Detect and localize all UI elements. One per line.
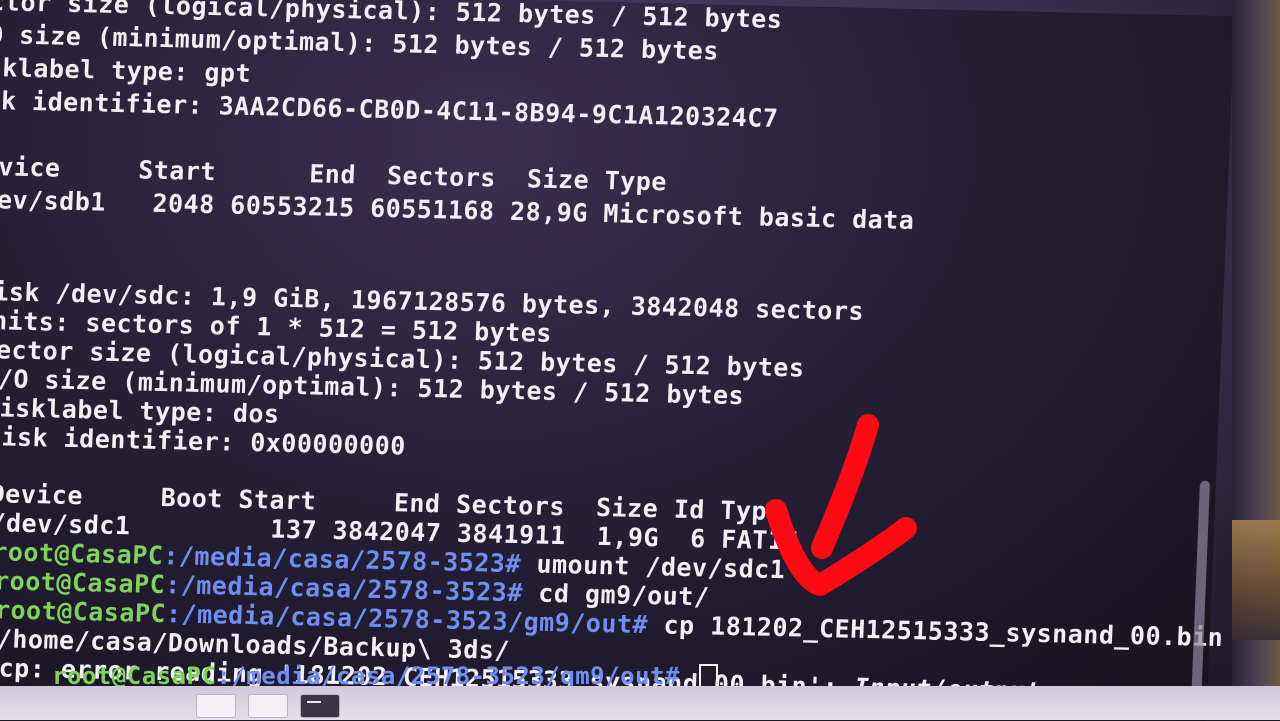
monitor-screen: ctor size (logical/physical): 512 bytes … bbox=[0, 0, 1280, 721]
monitor-glare bbox=[1232, 520, 1280, 640]
taskbar-files-icon[interactable] bbox=[196, 694, 236, 718]
taskbar bbox=[0, 686, 1280, 720]
taskbar-app-icon[interactable] bbox=[248, 694, 288, 718]
red-hand-drawn-arrow-icon bbox=[765, 414, 917, 596]
taskbar-terminal-icon[interactable] bbox=[300, 694, 340, 718]
